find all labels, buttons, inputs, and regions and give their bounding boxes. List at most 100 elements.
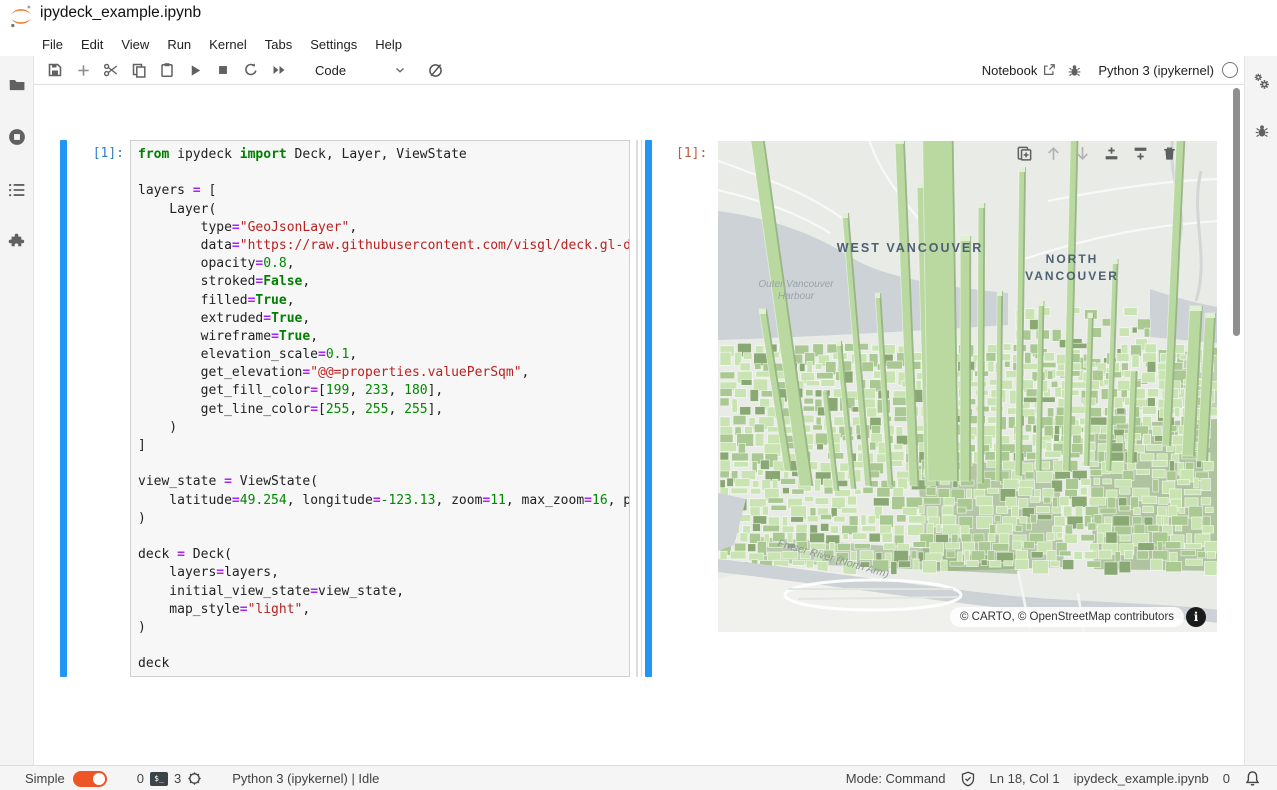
paste-button[interactable] (153, 58, 181, 82)
cursor-position[interactable]: Ln 18, Col 1 (990, 771, 1060, 786)
cell-type-dropdown[interactable]: Code (315, 63, 407, 78)
input-cell-collapser[interactable] (60, 140, 67, 677)
delete-cell-button[interactable] (1155, 143, 1184, 163)
file-browser-tab[interactable] (0, 72, 33, 98)
cut-button[interactable] (97, 58, 125, 82)
menu-bar: File Edit View Run Kernel Tabs Settings … (33, 32, 411, 56)
notebook-toolbar: Code Notebook Python 3 (ipykernel) (33, 56, 1244, 85)
output-prompt: [1]: (676, 146, 712, 161)
restart-kernel-button[interactable] (237, 58, 265, 82)
menu-help[interactable]: Help (366, 37, 411, 52)
property-inspector-tab[interactable] (1245, 68, 1277, 94)
insert-above-icon (1103, 145, 1120, 162)
plus-icon (76, 63, 91, 78)
save-button[interactable] (41, 58, 69, 82)
restart-run-all-button[interactable] (265, 58, 293, 82)
gears-icon (1252, 72, 1271, 91)
kernel-status-icon[interactable] (1222, 62, 1238, 78)
terminal-icon: $_ (150, 772, 168, 786)
run-icon (188, 63, 203, 78)
running-sessions-status[interactable]: 0 $_ 3 (137, 771, 202, 786)
arrow-down-icon (1074, 145, 1091, 162)
right-sidebar (1244, 56, 1277, 765)
run-button[interactable] (181, 58, 209, 82)
menu-view[interactable]: View (112, 37, 158, 52)
insert-cell-above-button[interactable] (1097, 143, 1126, 163)
puzzle-icon (8, 233, 26, 251)
menu-edit[interactable]: Edit (72, 37, 112, 52)
map-label-west-vancouver: WEST VANCOUVER (837, 241, 984, 255)
trust-shield-icon[interactable] (960, 771, 976, 787)
attribution-text: © CARTO, © OpenStreetMap contributors (960, 611, 1174, 623)
arrow-up-icon (1045, 145, 1062, 162)
map-label-north-vancouver-1: NORTH (1046, 252, 1099, 266)
vertical-scrollbar[interactable] (1233, 88, 1240, 336)
restart-icon (243, 62, 259, 78)
stop-button[interactable] (209, 58, 237, 82)
move-cell-up-button[interactable] (1039, 143, 1068, 163)
external-link-icon (1042, 63, 1056, 77)
debugger-toggle-button[interactable] (1060, 58, 1088, 82)
trash-icon (1161, 145, 1178, 162)
notifications-count[interactable]: 0 (1223, 771, 1230, 786)
fast-forward-icon (271, 62, 287, 78)
code-editor[interactable]: from ipydeck import Deck, Layer, ViewSta… (130, 140, 630, 677)
duplicate-cell-button[interactable] (1010, 143, 1039, 163)
menu-run[interactable]: Run (158, 37, 200, 52)
jupyter-logo-icon (9, 4, 33, 28)
kernels-count: 3 (174, 771, 181, 786)
menu-tabs[interactable]: Tabs (256, 37, 301, 52)
window-title: ipydeck_example.ipynb (40, 4, 201, 22)
jupyterlab-window: ipydeck_example.ipynb File Edit View Run… (0, 0, 1277, 790)
bug-icon (1254, 123, 1270, 139)
bell-icon[interactable] (1244, 770, 1261, 787)
copy-icon (131, 62, 147, 78)
terminals-count: 0 (137, 771, 144, 786)
kernel-circle-button[interactable] (421, 58, 449, 82)
title-bar: ipydeck_example.ipynb (0, 0, 1277, 30)
simple-mode-toggle[interactable] (73, 771, 107, 787)
duplicate-cell-icon (1016, 145, 1033, 162)
folder-icon (8, 76, 26, 94)
toggle-knob (93, 773, 105, 785)
command-mode-indicator: Mode: Command (846, 771, 946, 786)
move-cell-down-button[interactable] (1068, 143, 1097, 163)
menu-kernel[interactable]: Kernel (200, 37, 256, 52)
cell-toolbar (1010, 143, 1184, 163)
output-cell-collapser[interactable] (645, 140, 652, 677)
menu-file[interactable]: File (33, 37, 72, 52)
code-content: from ipydeck import Deck, Layer, ViewSta… (131, 141, 629, 673)
insert-below-icon (1132, 145, 1149, 162)
running-circle-icon (8, 128, 26, 146)
map-label-harbour-2: Harbour (778, 291, 814, 302)
map-canvas (718, 141, 1217, 632)
chevron-down-icon (393, 63, 407, 77)
kernel-status-text[interactable]: Python 3 (ipykernel) | Idle (232, 771, 379, 786)
insert-cell-button[interactable] (69, 58, 97, 82)
simple-mode-label: Simple (25, 771, 65, 786)
map-attribution[interactable]: © CARTO, © OpenStreetMap contributors (950, 607, 1184, 627)
notebook-label: Notebook (982, 63, 1038, 78)
map-label-harbour-1: Outer Vancouver (758, 279, 833, 290)
cell-type-value: Code (315, 63, 346, 78)
table-of-contents-tab[interactable] (0, 177, 33, 203)
statusbar-filename: ipydeck_example.ipynb (1074, 771, 1209, 786)
menu-settings[interactable]: Settings (301, 37, 366, 52)
kernel-name-button[interactable]: Python 3 (ipykernel) (1098, 63, 1214, 78)
status-bar: Simple 0 $_ 3 Python 3 (ipykernel) | Idl… (0, 765, 1277, 790)
running-sessions-tab[interactable] (0, 124, 33, 150)
scissors-icon (103, 62, 119, 78)
stop-icon (216, 63, 230, 77)
left-sidebar (0, 56, 34, 765)
open-in-notebook-button[interactable]: Notebook (982, 63, 1057, 78)
copy-button[interactable] (125, 58, 153, 82)
cell-resize-handle[interactable] (635, 140, 643, 677)
list-icon (8, 181, 26, 199)
insert-cell-below-button[interactable] (1126, 143, 1155, 163)
debugger-sidebar-tab[interactable] (1245, 118, 1277, 144)
extension-manager-tab[interactable] (0, 229, 33, 255)
map-label-north-vancouver-2: VANCOUVER (1025, 269, 1119, 283)
bug-icon (1067, 63, 1082, 78)
attribution-info-button[interactable]: i (1186, 607, 1206, 627)
deckgl-map-output[interactable]: WEST VANCOUVER NORTH VANCOUVER Outer Van… (718, 141, 1217, 632)
